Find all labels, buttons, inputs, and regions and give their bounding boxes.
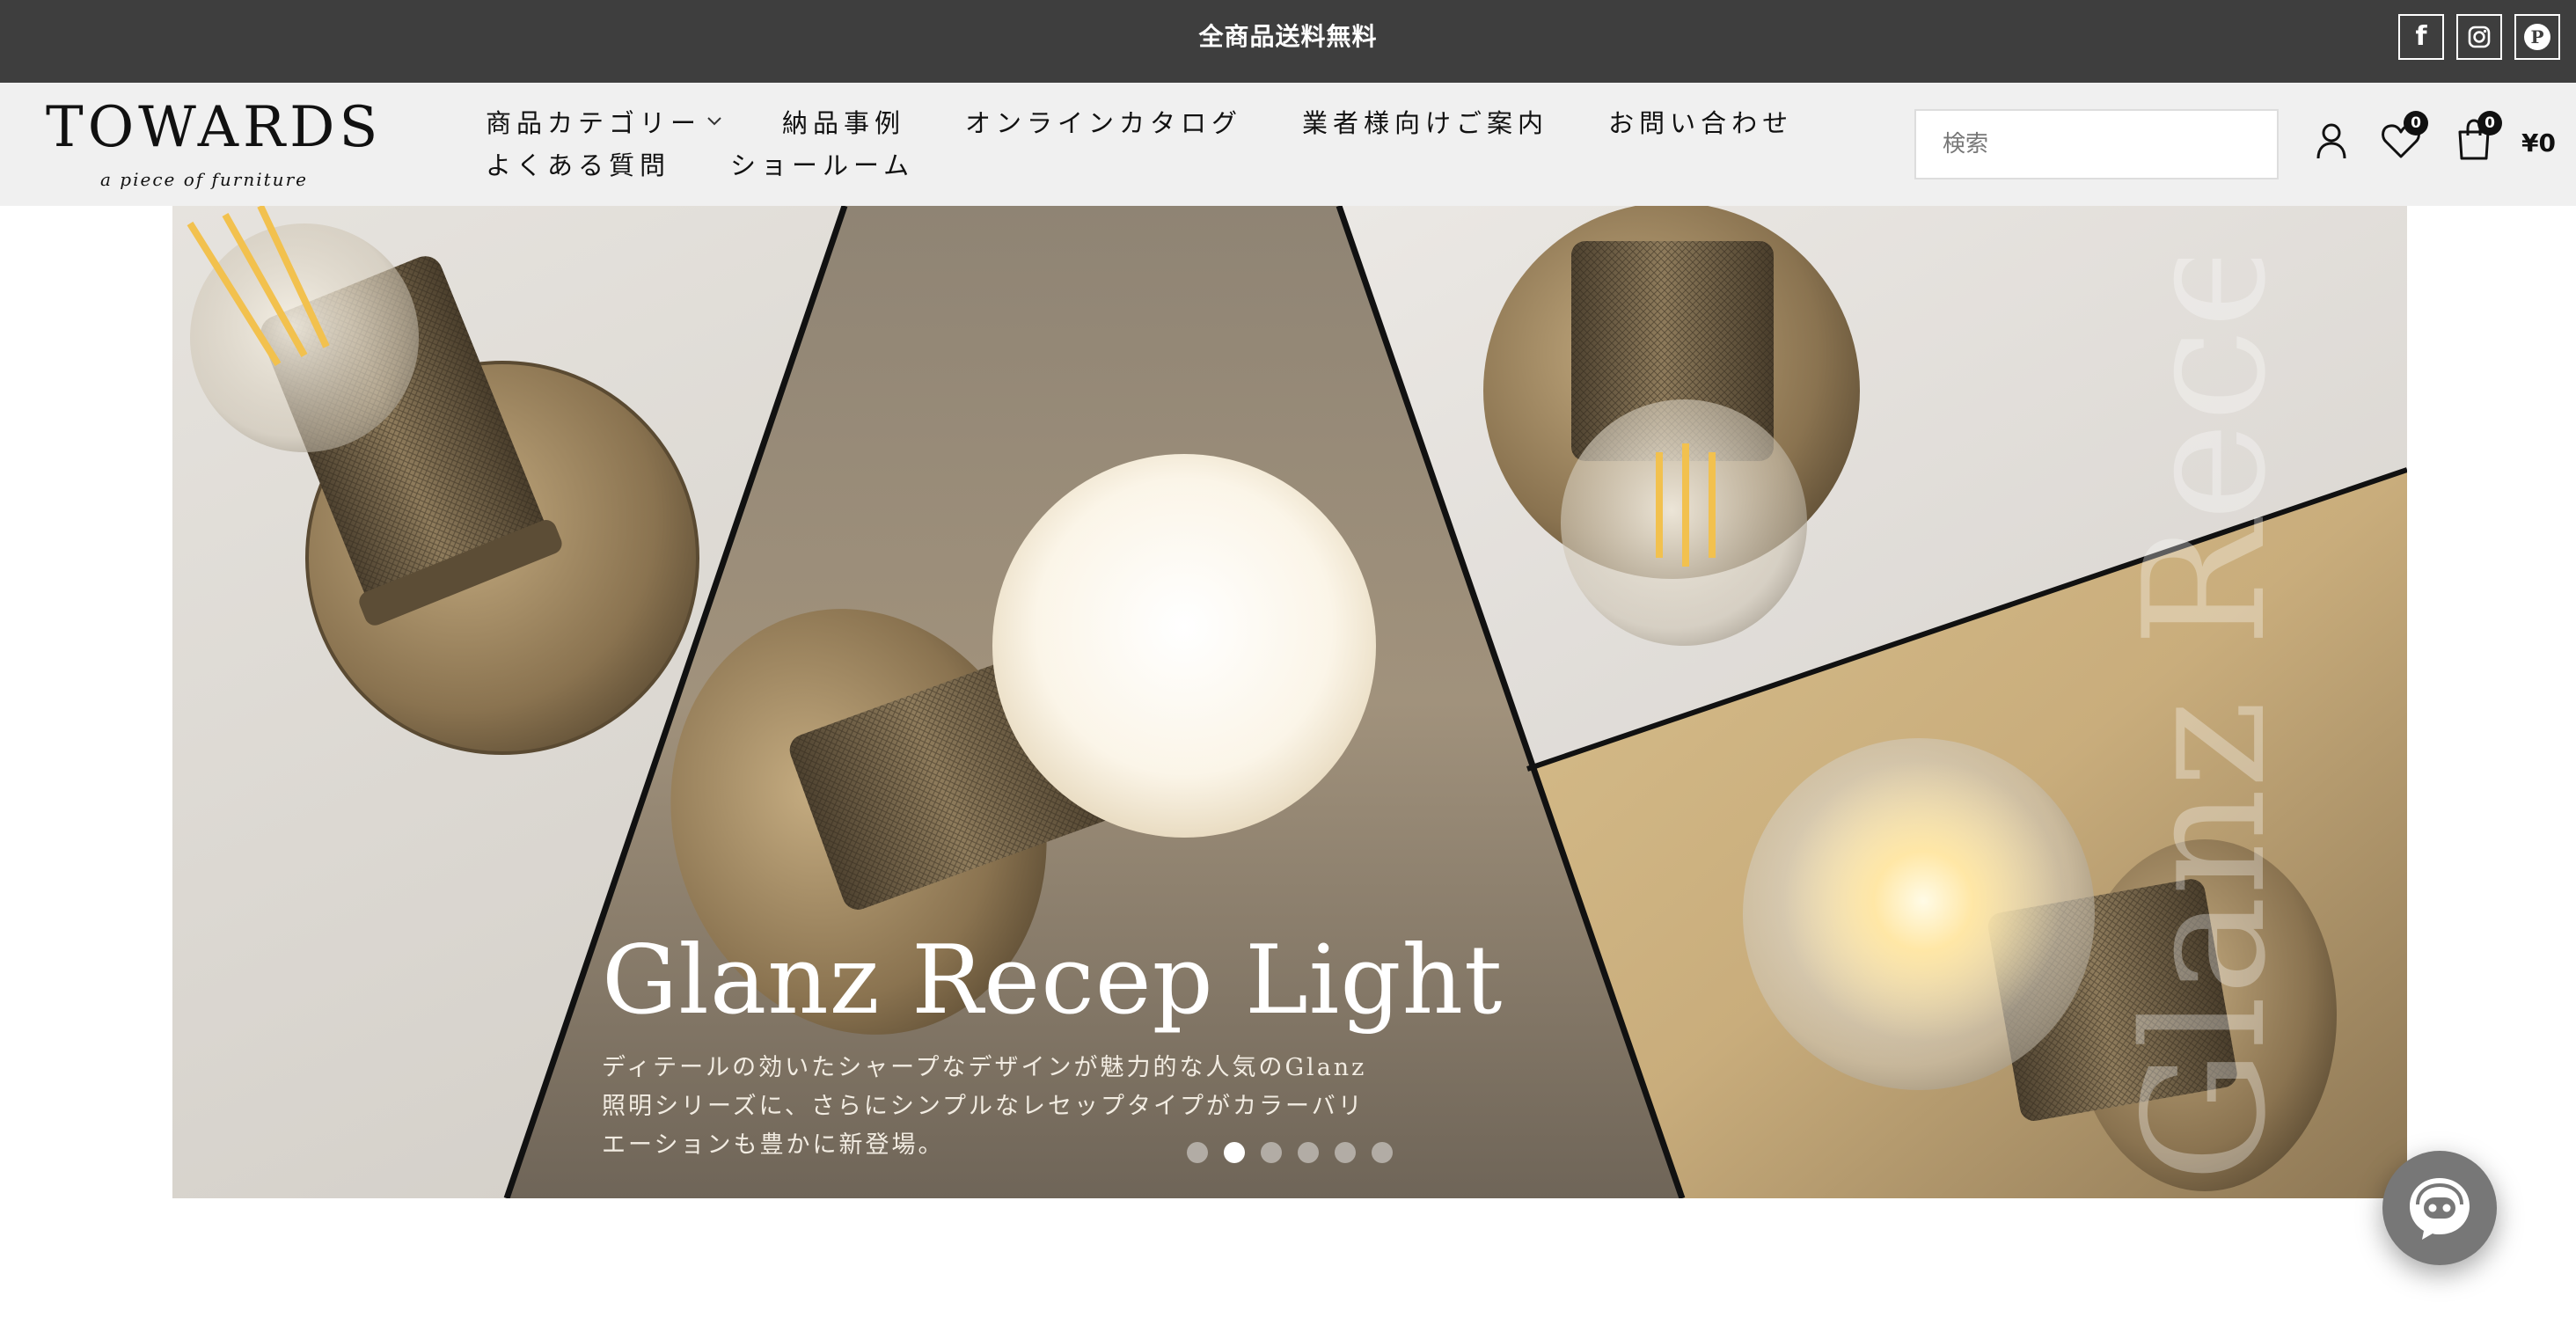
pinterest-glyph: P: [2530, 26, 2544, 48]
main-nav-row-1: 商品カテゴリー 納品事例 オンラインカタログ 業者様向けご案内 お問い合わせ: [486, 100, 1805, 143]
cart-count-badge: 0: [2477, 111, 2502, 135]
slider-dot-2[interactable]: [1224, 1142, 1245, 1163]
nav-item-contact[interactable]: お問い合わせ: [1608, 103, 1793, 140]
search-input[interactable]: [1914, 109, 2279, 179]
user-icon: [2316, 123, 2346, 159]
announcement-bar: 全商品送料無料 f P: [0, 0, 2576, 83]
nav-item-label: 商品カテゴリー: [486, 108, 702, 138]
hero-vertical-text: Glanz Recep: [2108, 259, 2302, 1182]
logo[interactable]: TOWARDS a piece of furniture: [46, 95, 383, 201]
social-links: f P: [2398, 14, 2560, 60]
nav-item-showroom[interactable]: ショールーム: [730, 145, 914, 182]
chat-support-icon: [2410, 1178, 2470, 1240]
main-nav: 商品カテゴリー 納品事例 オンラインカタログ 業者様向けご案内 お問い合わせ よ…: [486, 100, 1805, 185]
slider-dots: [1187, 1142, 1393, 1163]
nav-item-product-categories[interactable]: 商品カテゴリー: [486, 103, 722, 140]
nav-item-online-catalog[interactable]: オンラインカタログ: [965, 103, 1242, 140]
site-header: TOWARDS a piece of furniture 商品カテゴリー 納品事…: [0, 83, 2576, 206]
instagram-link[interactable]: [2456, 14, 2502, 60]
cart-total[interactable]: ¥0: [2521, 128, 2556, 157]
facebook-link[interactable]: f: [2398, 14, 2444, 60]
nav-item-business-guide[interactable]: 業者様向けご案内: [1302, 103, 1548, 140]
slider-dot-3[interactable]: [1261, 1142, 1282, 1163]
pinterest-link[interactable]: P: [2514, 14, 2560, 60]
wishlist-button[interactable]: 0: [2381, 111, 2428, 164]
hero-slider[interactable]: Glanz Recep Glanz Recep Light ディテールの効いたシ…: [172, 206, 2407, 1198]
account-button[interactable]: [2314, 121, 2349, 164]
hero-title: Glanz Recep Light: [602, 926, 1504, 1036]
wishlist-count-badge: 0: [2404, 111, 2428, 135]
announcement-text: 全商品送料無料: [1198, 22, 1378, 51]
hero-description-line: ディテールの効いたシャープなデザインが魅力的な人気のGlanz: [602, 1054, 1367, 1081]
slider-dot-5[interactable]: [1335, 1142, 1356, 1163]
logo-brand: TOWARDS: [46, 95, 383, 160]
main-nav-row-2: よくある質問 ショールーム: [486, 143, 1805, 185]
logo-tagline: a piece of furniture: [100, 169, 308, 190]
pinterest-icon: P: [2524, 24, 2550, 50]
chevron-down-icon: [706, 116, 722, 127]
facebook-icon: f: [2415, 21, 2427, 52]
cart-button[interactable]: 0: [2456, 111, 2502, 164]
slider-dot-1[interactable]: [1187, 1142, 1208, 1163]
nav-item-faq[interactable]: よくある質問: [486, 145, 670, 182]
chat-support-button[interactable]: [2382, 1151, 2497, 1265]
slider-dot-6[interactable]: [1372, 1142, 1393, 1163]
slider-dot-4[interactable]: [1298, 1142, 1319, 1163]
instagram-icon: [2468, 26, 2491, 48]
hero-description-line: 照明シリーズに、さらにシンプルなレセップタイプがカラーバリ: [602, 1093, 1365, 1120]
nav-item-delivery-cases[interactable]: 納品事例: [782, 103, 905, 140]
